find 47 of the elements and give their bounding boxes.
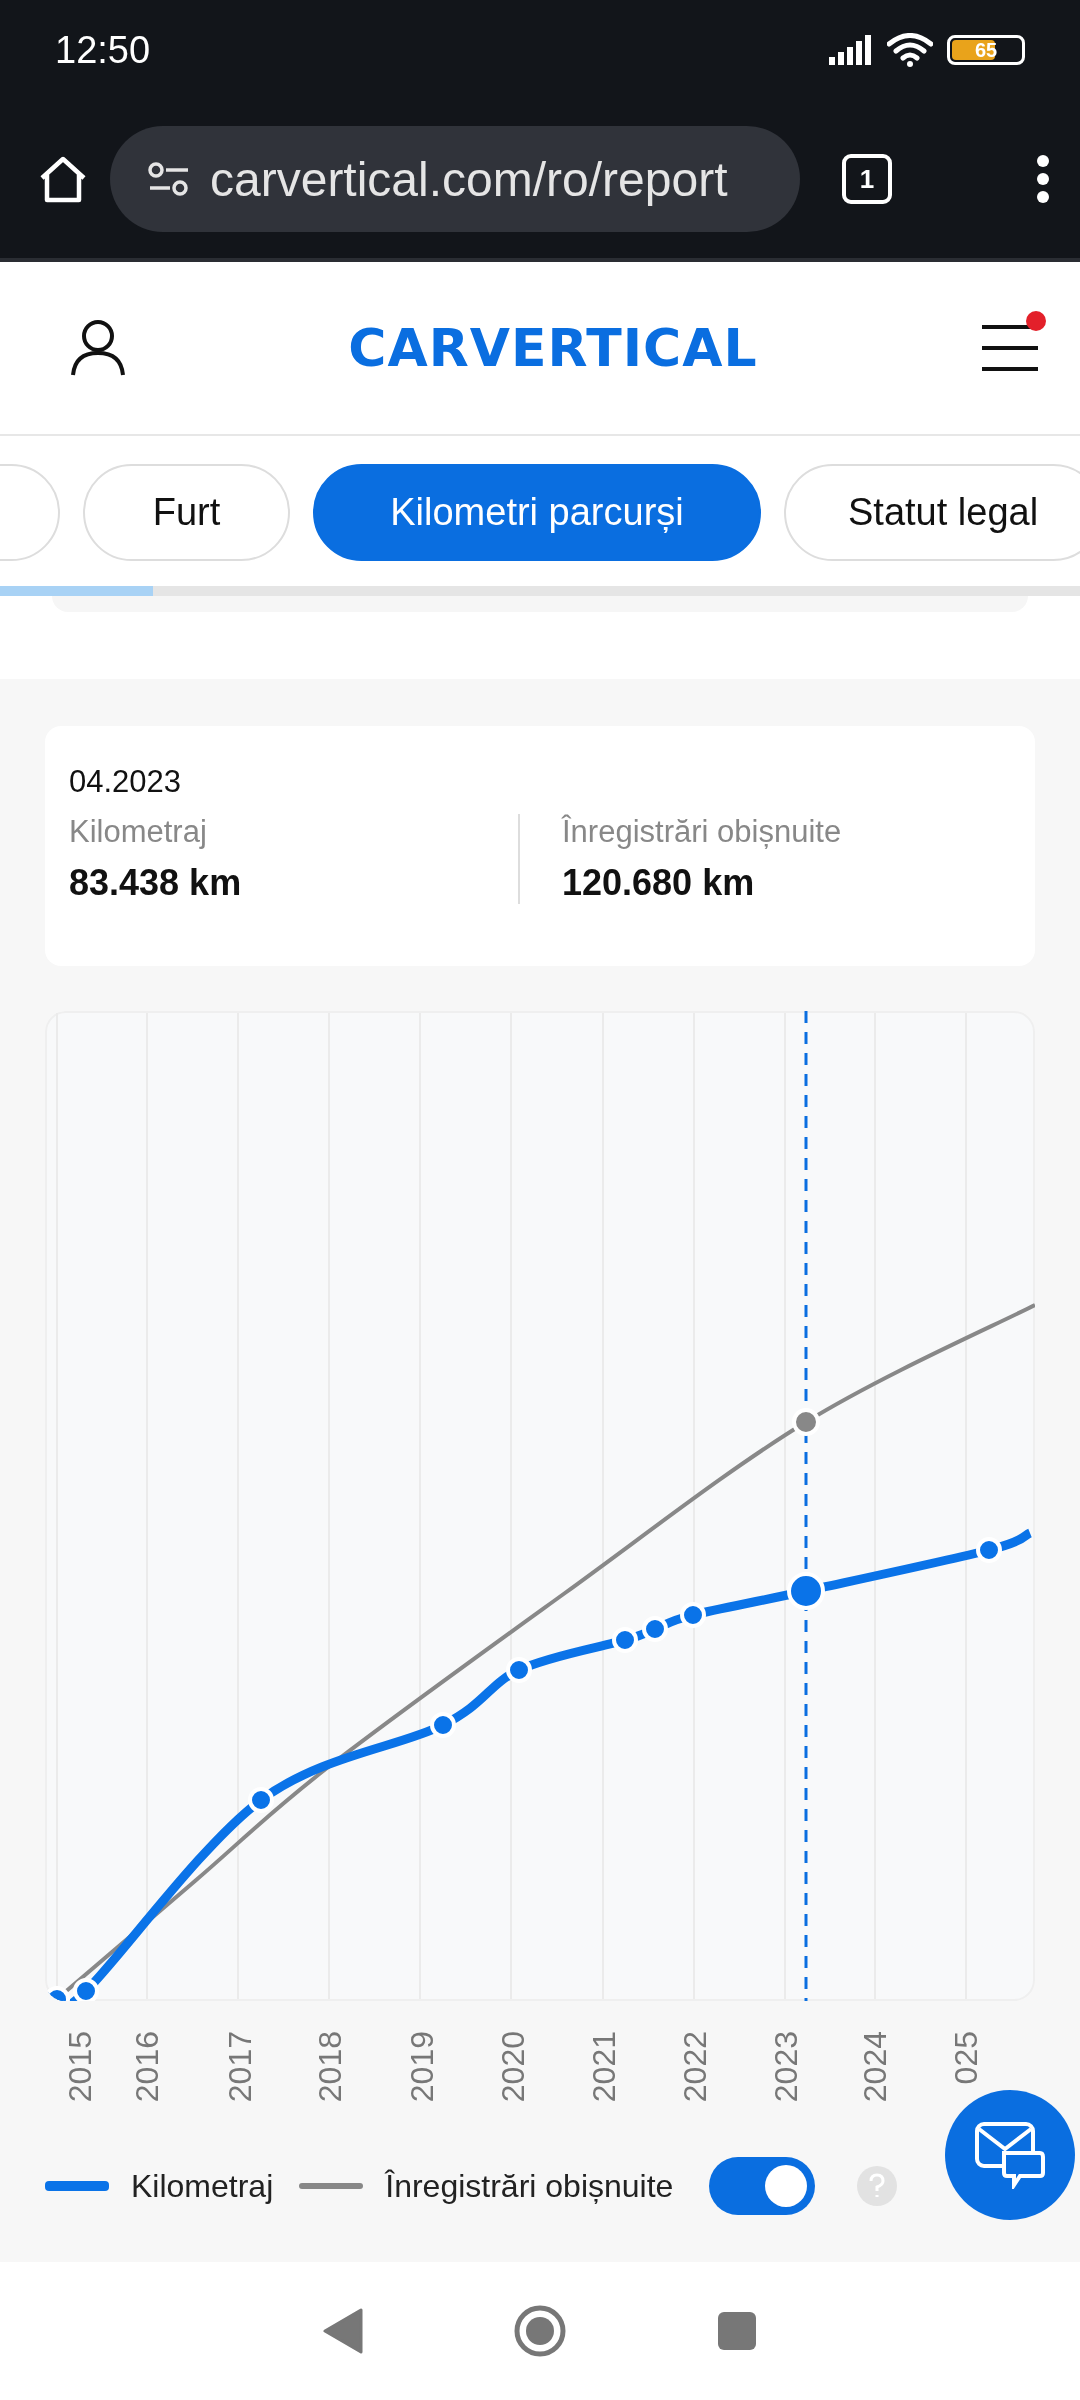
recents-icon[interactable]	[717, 2311, 757, 2351]
stat-value: 83.438 km	[69, 862, 243, 904]
axis-label: 2017	[222, 2031, 258, 2103]
axis-label: 2020	[495, 2031, 531, 2103]
axis-label: 2018	[312, 2031, 348, 2103]
data-point[interactable]	[680, 1602, 706, 1628]
data-point[interactable]	[430, 1712, 456, 1738]
tab[interactable]: Kilometri parcurși	[313, 464, 761, 561]
url-text: carvertical.com/ro/report	[210, 151, 728, 207]
axis-label: 2015	[62, 2031, 98, 2103]
data-point[interactable]	[248, 1787, 274, 1813]
tab[interactable]: Furt	[83, 464, 290, 561]
axis-label: 025	[948, 2031, 984, 2085]
site-settings-icon[interactable]	[148, 162, 190, 196]
axis-label: 2022	[677, 2031, 713, 2103]
more-options-icon[interactable]	[1036, 154, 1050, 204]
axis-label: 2024	[857, 2031, 893, 2103]
status-time: 12:50	[55, 28, 151, 72]
axis-label: 2016	[129, 2031, 165, 2103]
legend-label: Kilometraj	[131, 2167, 274, 2205]
mail-chat-icon	[974, 2121, 1046, 2189]
wifi-icon	[887, 33, 933, 67]
toggle-switch[interactable]	[709, 2157, 816, 2215]
legend-label: Înregistrări obișnuite	[385, 2167, 674, 2205]
address-bar[interactable]: carvertical.com/ro/report	[110, 126, 800, 232]
data-point[interactable]	[612, 1627, 638, 1653]
data-point[interactable]	[792, 1408, 820, 1436]
data-point[interactable]	[45, 1986, 70, 2001]
user-icon[interactable]	[70, 319, 126, 377]
home-icon[interactable]	[38, 154, 88, 204]
data-point[interactable]	[976, 1537, 1002, 1563]
stat-label: Kilometraj	[69, 814, 208, 850]
axis-label: 2023	[768, 2031, 804, 2103]
data-point[interactable]	[642, 1616, 668, 1642]
data-point[interactable]	[506, 1657, 532, 1683]
stat-value: 120.680 km	[562, 862, 756, 904]
home-button-icon[interactable]	[513, 2304, 567, 2358]
date-text: 04.2023	[69, 764, 183, 800]
tab[interactable]: Statut legal	[784, 464, 1080, 561]
tab-count-button[interactable]: 1	[842, 154, 892, 204]
axis-label: 2021	[586, 2031, 622, 2103]
axis-label: 2019	[404, 2031, 440, 2103]
data-point[interactable]	[73, 1978, 99, 2001]
menu-icon[interactable]	[980, 323, 1040, 373]
back-icon[interactable]	[323, 2308, 363, 2354]
signal-icon	[829, 35, 873, 65]
stat-label: Înregistrări obișnuite	[562, 814, 843, 850]
